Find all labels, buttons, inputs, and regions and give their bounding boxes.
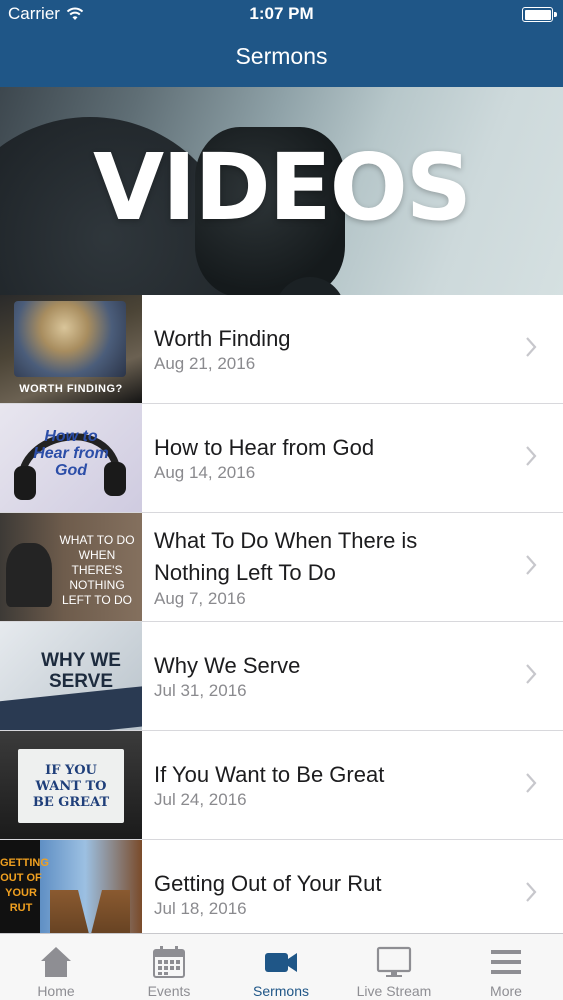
tab-label: Sermons — [252, 983, 310, 999]
monitor-icon — [376, 946, 412, 977]
sermon-list: Worth Finding? Worth Finding Aug 21, 201… — [0, 295, 563, 940]
tab-events[interactable]: Events — [113, 934, 225, 1000]
chevron-right-icon — [526, 337, 537, 357]
sermon-date: Aug 14, 2016 — [154, 463, 256, 482]
sermon-row-nothing-left[interactable]: What to do when there's Nothing left to … — [0, 513, 563, 622]
chevron-right-icon — [526, 446, 537, 466]
sermon-row-how-to-hear[interactable]: How to Hear from God How to Hear from Go… — [0, 404, 563, 513]
tab-label: Home — [37, 983, 75, 999]
page-title: Sermons — [235, 43, 328, 69]
videos-banner: VIDEOS — [0, 87, 563, 295]
sermon-date: Jul 18, 2016 — [154, 899, 247, 918]
sermon-title: Getting Out of Your Rut — [154, 871, 382, 896]
sermon-date: Aug 7, 2016 — [154, 589, 246, 608]
sermon-title-line-2: Nothing Left To Do — [154, 560, 336, 585]
sermon-row-why-we-serve[interactable]: Why We Serve Why We Serve Jul 31, 2016 — [0, 622, 563, 731]
sermon-row-worth-finding[interactable]: Worth Finding? Worth Finding Aug 21, 201… — [0, 295, 563, 404]
sermon-row-your-rut[interactable]: Getting Out of Your Rut Getting Out of Y… — [0, 840, 563, 940]
sermon-date: Jul 31, 2016 — [154, 681, 247, 700]
sermon-thumbnail: How to Hear from God — [0, 404, 142, 512]
tab-more[interactable]: More — [450, 934, 562, 1000]
thumbnail-caption: Getting Out of Your Rut — [0, 857, 49, 914]
sermon-date: Jul 24, 2016 — [154, 790, 247, 809]
tab-label: Events — [147, 983, 191, 999]
sermon-title: Why We Serve — [154, 653, 301, 678]
clock: 1:07 PM — [249, 4, 314, 23]
sermon-title: Worth Finding — [154, 326, 291, 351]
banner-title: VIDEOS — [92, 134, 472, 241]
sermon-thumbnail: If you want to be Great — [0, 731, 142, 839]
tab-bar: Home Events Sermons Live Stream More — [0, 933, 563, 1000]
menu-icon — [491, 950, 521, 974]
navigation-bar: Sermons — [0, 30, 563, 87]
sermon-thumbnail: Worth Finding? — [0, 295, 142, 403]
sermon-title: If You Want to Be Great — [154, 762, 385, 787]
sermon-row-be-great[interactable]: If you want to be Great If You Want to B… — [0, 731, 563, 840]
thumbnail-caption: How to Hear from God — [33, 428, 109, 479]
thumbnail-caption: Worth Finding? — [19, 383, 123, 395]
tab-live-stream[interactable]: Live Stream — [338, 934, 450, 1000]
sermon-thumbnail: Why We Serve — [0, 622, 142, 730]
sermon-thumbnail: What to do when there's Nothing left to … — [0, 513, 142, 621]
calendar-icon — [153, 946, 185, 978]
tab-label: Live Stream — [356, 983, 432, 999]
sermon-thumbnail: Getting Out of Your Rut — [0, 840, 142, 940]
battery-icon — [522, 7, 557, 22]
sermon-date: Aug 21, 2016 — [154, 354, 256, 373]
tab-home[interactable]: Home — [0, 934, 112, 1000]
home-icon — [41, 947, 71, 977]
chevron-right-icon — [526, 882, 537, 902]
thumbnail-caption: If you want to be Great — [32, 763, 110, 810]
status-bar: Carrier 1:07 PM — [0, 0, 563, 30]
chevron-right-icon — [526, 555, 537, 575]
chevron-right-icon — [526, 664, 537, 684]
sermon-title: How to Hear from God — [154, 435, 375, 460]
sermon-title-line-1: What To Do When There is — [154, 528, 418, 553]
tab-sermons[interactable]: Sermons — [225, 934, 337, 1000]
chevron-right-icon — [526, 773, 537, 793]
thumbnail-caption: What to do when there's Nothing left to … — [59, 533, 135, 607]
video-camera-icon — [265, 953, 297, 972]
sermon-title: What To Do When There is Nothing Left To… — [154, 525, 417, 589]
tab-label: More — [490, 983, 522, 999]
thumbnail-caption: Why We Serve — [41, 650, 121, 692]
